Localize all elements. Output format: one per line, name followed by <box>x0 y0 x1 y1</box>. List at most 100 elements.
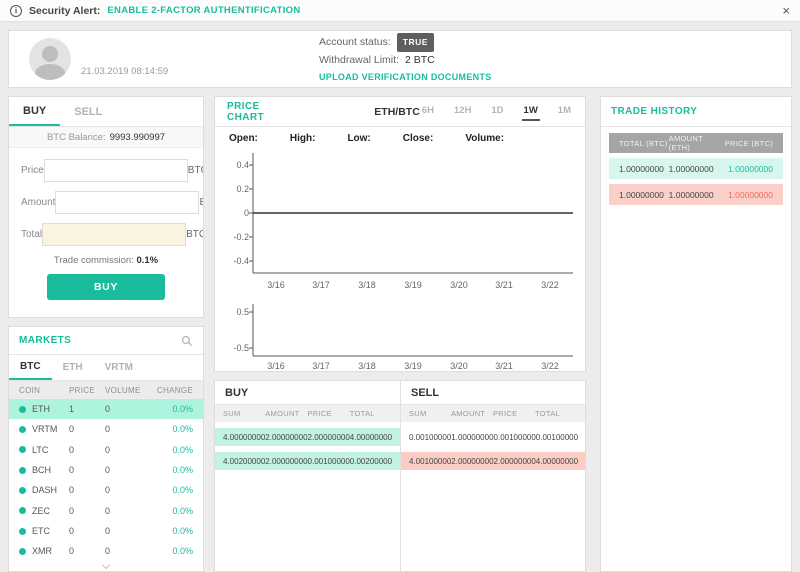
security-alert-bar: Security Alert: ENABLE 2-FACTOR AUTHENTI… <box>0 0 800 22</box>
coin-dot-icon <box>19 547 26 555</box>
upload-verification-link[interactable]: UPLOAD VERIFICATION DOCUMENTS <box>319 69 492 86</box>
trade-tabs: BUY SELL <box>9 97 203 127</box>
orderbook-sell-row: 0.00100000 1.00000000 0.00100000 0.00100… <box>409 432 579 442</box>
orderbook-sell: SELL SUM AMOUNT PRICE TOTAL 0.00100000 1… <box>400 381 585 571</box>
orderbook-buy-row: 4.00200000 2.00000000 0.00100000 0.00200… <box>215 452 400 470</box>
avatar <box>29 38 71 80</box>
market-row-bch[interactable]: BCH 0 0 0.0% <box>9 460 203 480</box>
open-label: Open: <box>229 132 258 144</box>
orderbook-buy: BUY SUM AMOUNT PRICE TOTAL 4.00000000 2.… <box>215 381 400 571</box>
trade-history-title: TRADE HISTORY <box>611 106 698 117</box>
svg-text:3/16: 3/16 <box>267 280 285 290</box>
total-label: Total <box>21 229 43 240</box>
orderbook-panel: BUY SUM AMOUNT PRICE TOTAL 4.00000000 2.… <box>214 380 586 572</box>
buy-button[interactable]: BUY <box>47 274 165 300</box>
price-label: Price <box>21 165 44 176</box>
market-row-vrtm[interactable]: VRTM 0 0 0.0% <box>9 419 203 439</box>
total-unit: BTC <box>186 229 203 240</box>
svg-text:3/18: 3/18 <box>358 280 376 290</box>
svg-text:-0.5: -0.5 <box>233 343 249 353</box>
info-icon <box>10 4 22 17</box>
market-row-dash[interactable]: DASH 0 0 0.0% <box>9 480 203 500</box>
high-label: High: <box>289 132 316 144</box>
svg-text:3/16: 3/16 <box>267 361 285 371</box>
svg-text:0.2: 0.2 <box>236 184 249 194</box>
volume-chart[interactable]: 0.5 -0.5 3/16 3/17 3/18 3/19 3/20 3/21 3… <box>215 300 585 371</box>
coin-dot-icon <box>19 425 26 433</box>
svg-text:3/17: 3/17 <box>312 361 330 371</box>
withdrawal-limit-value: 2 BTC <box>404 53 435 66</box>
markets-scroll-hint[interactable] <box>9 560 203 571</box>
price-chart-panel: PRICE CHART ETH/BTC 6H 12H 1D 1W 1M Open… <box>214 96 586 372</box>
markets-title: MARKETS <box>19 335 72 346</box>
btc-balance-value: 9993.990997 <box>109 131 166 143</box>
ohlc-legend: Open: High: Low: Close: Volume: <box>215 127 585 149</box>
markets-tab-vrtm[interactable]: VRTM <box>94 355 144 380</box>
user-block: 21.03.2019 08:14:59 <box>29 38 319 80</box>
orderbook-sell-row: 4.00100000 2.00000000 2.00000000 4.00000… <box>401 452 585 470</box>
status-block: Account status: TRUE Withdrawal Limit: 2… <box>319 32 492 86</box>
svg-text:3/19: 3/19 <box>404 361 422 371</box>
search-icon[interactable] <box>181 335 193 347</box>
coin-dot-icon <box>19 486 26 494</box>
low-label: Low: <box>347 132 371 144</box>
markets-panel: MARKETS BTC ETH VRTM COIN PRICE VOLUME C… <box>8 326 204 572</box>
pair-label: ETH/BTC <box>374 105 420 118</box>
timeframe-1d[interactable]: 1D <box>489 102 505 121</box>
timeframe-1m[interactable]: 1M <box>556 102 573 121</box>
market-row-zec[interactable]: ZEC 0 0 0.0% <box>9 501 203 521</box>
timeframe-6h[interactable]: 6H <box>420 102 436 121</box>
svg-text:3/22: 3/22 <box>541 361 559 371</box>
amount-unit: ETH <box>199 197 203 208</box>
markets-tab-btc[interactable]: BTC <box>9 355 52 380</box>
orderbook-sell-title: SELL <box>401 381 585 405</box>
trade-history-row: 1.00000000 1.00000000 1.00000000 <box>609 184 783 205</box>
orderbook-buy-header: SUM AMOUNT PRICE TOTAL <box>215 405 400 422</box>
svg-text:3/18: 3/18 <box>358 361 376 371</box>
tab-buy[interactable]: BUY <box>9 97 61 126</box>
svg-text:3/21: 3/21 <box>495 280 513 290</box>
account-status-badge: TRUE <box>396 32 434 52</box>
btc-balance: BTC Balance: 9993.990997 <box>9 127 203 148</box>
svg-text:0: 0 <box>244 208 249 218</box>
svg-text:0.4: 0.4 <box>236 160 249 170</box>
market-row-ltc[interactable]: LTC 0 0 0.0% <box>9 440 203 460</box>
markets-tabs: BTC ETH VRTM <box>9 355 203 381</box>
close-icon[interactable]: × <box>782 4 790 17</box>
coin-dot-icon <box>19 405 26 413</box>
trade-history-header: TOTAL (BTC) AMOUNT (ETH) PRICE (BTC) <box>609 133 783 153</box>
trade-form-panel: BUY SELL BTC Balance: 9993.990997 Price … <box>8 96 204 318</box>
svg-text:3/20: 3/20 <box>450 361 468 371</box>
trade-commission-value: 0.1% <box>136 255 159 266</box>
market-row-xmr[interactable]: XMR 0 0 0.0% <box>9 541 203 561</box>
enable-2fa-link[interactable]: ENABLE 2-FACTOR AUTHENTIFICATION <box>107 5 300 16</box>
markets-tab-eth[interactable]: ETH <box>52 355 94 380</box>
withdrawal-limit-label: Withdrawal Limit: <box>319 53 399 66</box>
svg-text:3/19: 3/19 <box>404 280 422 290</box>
alert-title: Security Alert: <box>29 4 101 17</box>
timeframe-1w[interactable]: 1W <box>521 102 540 121</box>
svg-text:3/21: 3/21 <box>495 361 513 371</box>
svg-text:-0.4: -0.4 <box>233 256 249 266</box>
price-chart-title: PRICE CHART <box>227 100 264 123</box>
main-chart[interactable]: 0.4 0.2 0 -0.2 -0.4 3/16 3/17 3/18 3/19 … <box>215 149 585 300</box>
svg-text:-0.2: -0.2 <box>233 232 249 242</box>
orderbook-buy-title: BUY <box>215 381 400 405</box>
coin-dot-icon <box>19 507 26 515</box>
price-unit: BTC <box>187 165 203 176</box>
volume-label: Volume: <box>465 132 505 144</box>
amount-input[interactable] <box>55 191 200 214</box>
btc-balance-label: BTC Balance: <box>46 131 106 143</box>
market-row-etc[interactable]: ETC 0 0 0.0% <box>9 521 203 541</box>
trade-history-row: 1.00000000 1.00000000 1.00000000 <box>609 158 783 179</box>
market-row-eth[interactable]: ETH 1 0 0.0% <box>9 399 203 420</box>
total-input <box>42 223 187 246</box>
timeframe-group: 6H 12H 1D 1W 1M <box>420 102 573 121</box>
coin-dot-icon <box>19 446 26 454</box>
trade-history-panel: TRADE HISTORY TOTAL (BTC) AMOUNT (ETH) P… <box>600 96 792 572</box>
timeframe-12h[interactable]: 12H <box>452 102 473 121</box>
svg-text:0.5: 0.5 <box>236 307 249 317</box>
coin-dot-icon <box>19 527 26 535</box>
price-input[interactable] <box>43 159 188 182</box>
tab-sell[interactable]: SELL <box>60 97 116 126</box>
